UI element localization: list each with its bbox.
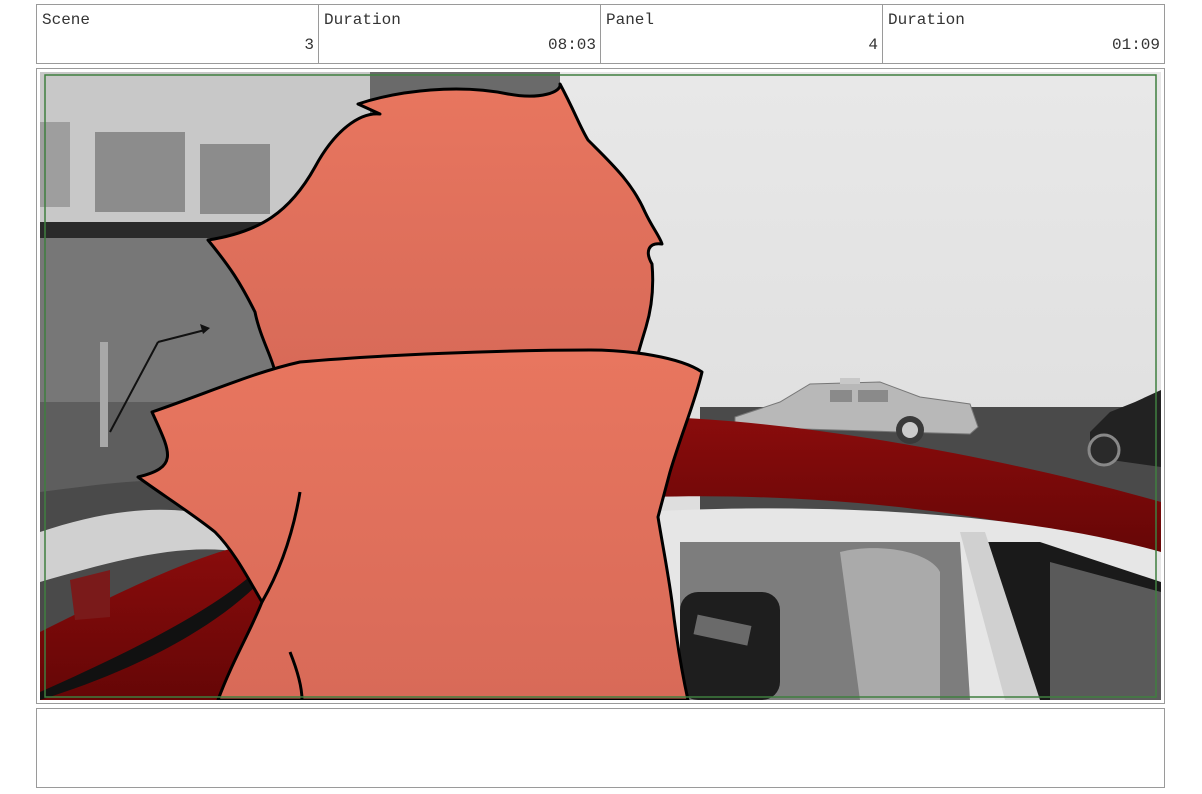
panel-duration-label: Duration [888, 11, 965, 29]
storyboard-panel-frame [36, 68, 1165, 704]
panel-duration-value: 01:09 [1111, 36, 1160, 54]
notes-box[interactable] [36, 708, 1165, 788]
scene-duration-value: 08:03 [547, 36, 596, 54]
scene-label: Scene [42, 11, 91, 29]
car-interior [640, 508, 1161, 700]
scene-number: 3 [304, 36, 314, 54]
scene-duration-label: Duration [324, 11, 401, 29]
panel-artwork [40, 72, 1161, 700]
panel-label: Panel [606, 11, 655, 29]
panel-number: 4 [868, 36, 878, 54]
panel-info-bar: Scene 3 Duration 08:03 Panel 4 Duration … [36, 4, 1165, 64]
panel-duration-cell: Duration 01:09 [883, 5, 1164, 63]
storyboard-panel-image[interactable] [40, 72, 1161, 700]
scene-cell: Scene 3 [37, 5, 319, 63]
scene-duration-cell: Duration 08:03 [319, 5, 601, 63]
panel-cell: Panel 4 [601, 5, 883, 63]
